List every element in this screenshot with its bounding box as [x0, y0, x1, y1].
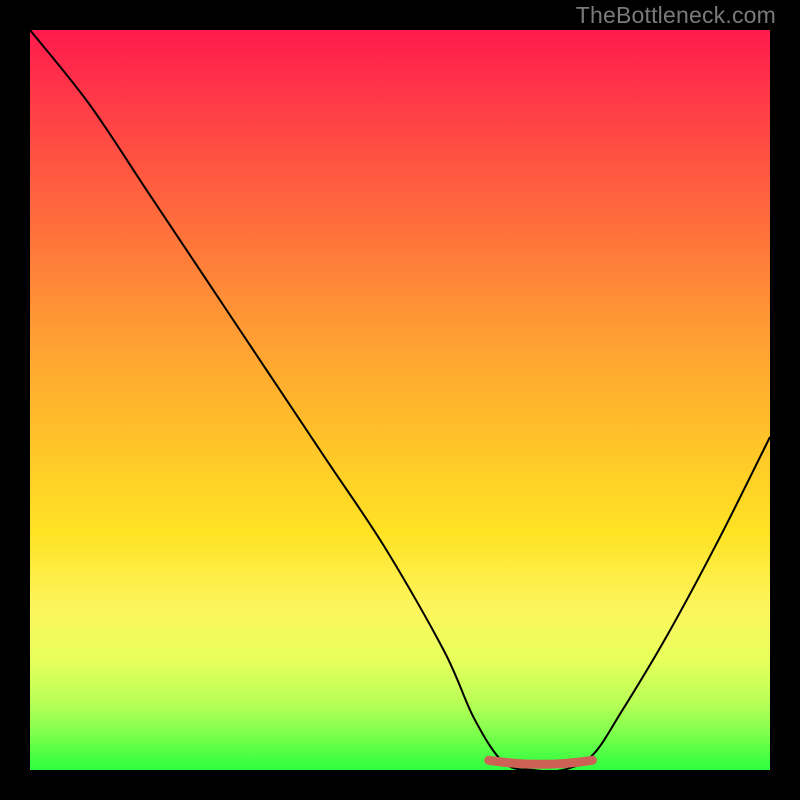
- bottleneck-curve: [30, 30, 770, 770]
- chart-svg: [30, 30, 770, 770]
- chart-frame: TheBottleneck.com: [0, 0, 800, 800]
- trough-marker: [489, 760, 593, 764]
- attribution-text: TheBottleneck.com: [576, 2, 776, 29]
- plot-area: [30, 30, 770, 770]
